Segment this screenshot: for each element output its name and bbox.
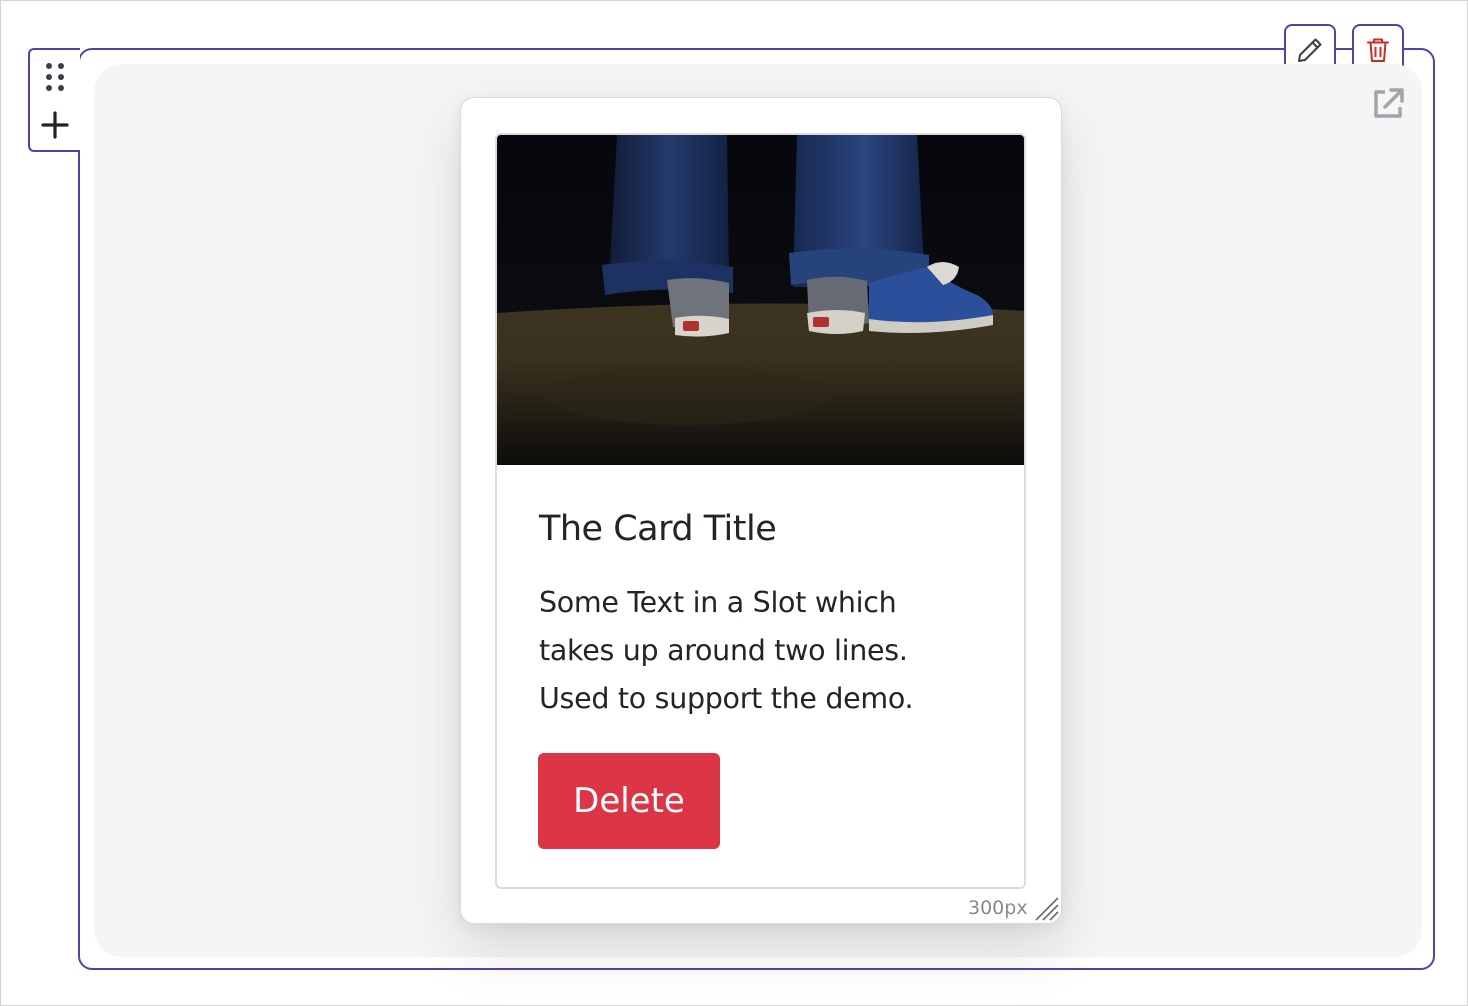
card-title: The Card Title <box>539 509 777 549</box>
toolbar-connector <box>1336 48 1352 50</box>
trash-icon <box>1367 38 1389 62</box>
card: The Card Title Some Text in a Slot which… <box>495 133 1026 889</box>
external-link-icon[interactable] <box>1370 86 1406 122</box>
resize-grip-icon[interactable] <box>1032 896 1060 922</box>
card-text: Some Text in a Slot which takes up aroun… <box>539 586 914 715</box>
card-delete-button[interactable]: Delete <box>538 753 720 849</box>
block-side-handle <box>28 48 80 152</box>
card-image <box>497 135 1024 465</box>
drag-handle-icon[interactable] <box>44 62 66 92</box>
pencil-icon <box>1298 38 1322 62</box>
plus-icon[interactable] <box>40 110 70 140</box>
width-label: 300px <box>968 897 1028 919</box>
